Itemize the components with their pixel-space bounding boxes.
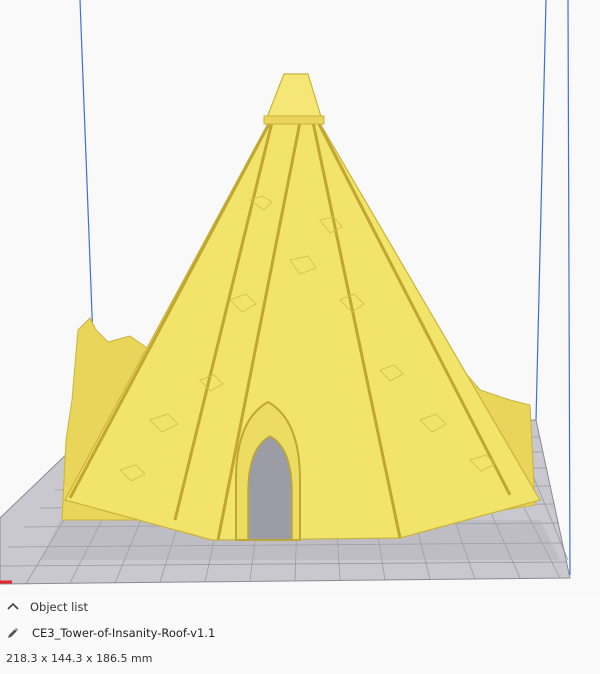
object-list-title: Object list — [30, 600, 88, 614]
object-list-header[interactable]: Object list — [6, 600, 88, 614]
object-dimensions: 218.3 x 144.3 x 186.5 mm — [6, 652, 153, 665]
chevron-up-icon[interactable] — [6, 600, 20, 614]
pencil-icon[interactable] — [6, 626, 20, 640]
object-file-name: CE3_Tower-of-Insanity-Roof-v1.1 — [32, 626, 216, 640]
object-file-row[interactable]: CE3_Tower-of-Insanity-Roof-v1.1 — [6, 626, 215, 640]
object-list-panel: Object list CE3_Tower-of-Insanity-Roof-v… — [0, 594, 600, 674]
3d-viewport[interactable] — [0, 0, 600, 594]
